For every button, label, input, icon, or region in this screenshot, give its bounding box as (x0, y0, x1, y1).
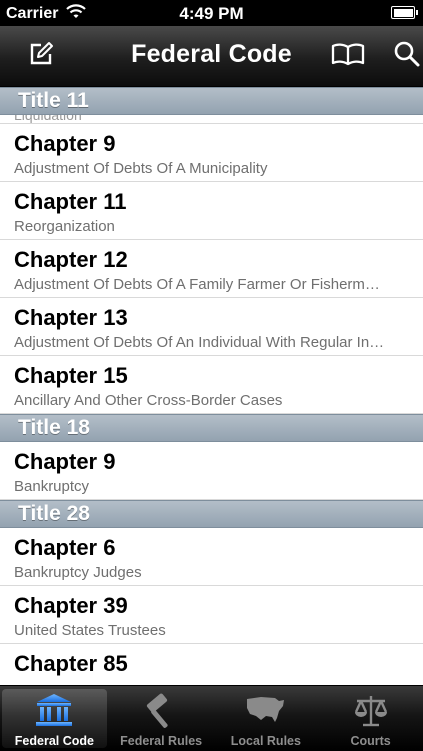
list-item-subtitle: Adjustment Of Debts Of An Individual Wit… (14, 334, 385, 351)
list-item-subtitle: Liquidation (14, 115, 82, 123)
list-item-partial[interactable]: Liquidation (0, 115, 423, 124)
tab-label: Federal Code (14, 734, 94, 748)
chapter-list[interactable]: Title 11 Liquidation Chapter 9 Adjustmen… (0, 87, 423, 685)
navigation-bar: Federal Code (0, 26, 423, 87)
list-item-title: Chapter 85 (14, 651, 128, 676)
list-item[interactable]: Chapter 11 Reorganization (0, 182, 423, 240)
list-item-subtitle: Adjustment Of Debts Of A Municipality (14, 160, 268, 177)
list-item[interactable]: Chapter 9 Adjustment Of Debts Of A Munic… (0, 124, 423, 182)
tab-courts[interactable]: Courts (318, 686, 423, 751)
section-header: Title 18 (0, 414, 423, 442)
tab-label: Local Rules (230, 734, 301, 748)
list-item-title: Chapter 9 (14, 449, 116, 474)
battery-icon (391, 6, 418, 19)
list-item-subtitle: Bankruptcy Judges (14, 564, 142, 581)
section-header: Title 11 (0, 87, 423, 115)
search-icon (393, 40, 421, 73)
tab-federal-rules[interactable]: Federal Rules (109, 686, 214, 751)
section-header-label: Title 11 (18, 89, 89, 112)
list-item[interactable]: Chapter 6 Bankruptcy Judges (0, 528, 423, 586)
list-item-title: Chapter 15 (14, 363, 128, 388)
tab-label: Federal Rules (120, 734, 203, 748)
gavel-icon (109, 692, 214, 728)
us-map-icon (214, 692, 319, 728)
list-item-subtitle: Reorganization (14, 218, 115, 235)
list-item-title: Chapter 13 (14, 305, 128, 330)
list-item[interactable]: Chapter 15 Ancillary And Other Cross-Bor… (0, 356, 423, 414)
list-item[interactable]: Chapter 9 Bankruptcy (0, 442, 423, 500)
status-time: 4:49 PM (179, 4, 244, 23)
tab-federal-code[interactable]: Federal Code (2, 689, 107, 748)
list-item[interactable]: Chapter 12 Adjustment Of Debts Of A Fami… (0, 240, 423, 298)
tab-local-rules[interactable]: Local Rules (214, 686, 319, 751)
book-icon (331, 42, 365, 71)
list-item-title: Chapter 39 (14, 593, 128, 618)
list-item-title: Chapter 6 (14, 535, 116, 560)
list-item-subtitle: Adjustment Of Debts Of A Family Farmer O… (14, 276, 380, 293)
list-item-title: Chapter 12 (14, 247, 128, 272)
section-header-label: Title 18 (18, 416, 90, 439)
tab-label: Courts (350, 734, 391, 748)
tab-bar: Federal Code Federal Rules Local Rules C… (0, 685, 423, 751)
section-header-label: Title 28 (18, 502, 90, 525)
section-header: Title 28 (0, 500, 423, 528)
list-item-subtitle: Bankruptcy (14, 478, 90, 495)
list-item-subtitle: United States Trustees (14, 622, 166, 639)
list-item-title: Chapter 11 (14, 189, 127, 214)
list-item-title: Chapter 9 (14, 131, 116, 156)
bookmarks-button[interactable] (331, 40, 365, 72)
list-item[interactable]: Chapter 13 Adjustment Of Debts Of An Ind… (0, 298, 423, 356)
status-bar: Carrier 4:49 PM (0, 0, 423, 26)
list-item[interactable]: Chapter 39 United States Trustees (0, 586, 423, 644)
search-button[interactable] (390, 40, 423, 72)
courthouse-icon (2, 692, 107, 728)
list-item[interactable]: Chapter 85 (0, 644, 423, 684)
list-item-subtitle: Ancillary And Other Cross-Border Cases (14, 392, 283, 409)
scales-icon (318, 692, 423, 728)
